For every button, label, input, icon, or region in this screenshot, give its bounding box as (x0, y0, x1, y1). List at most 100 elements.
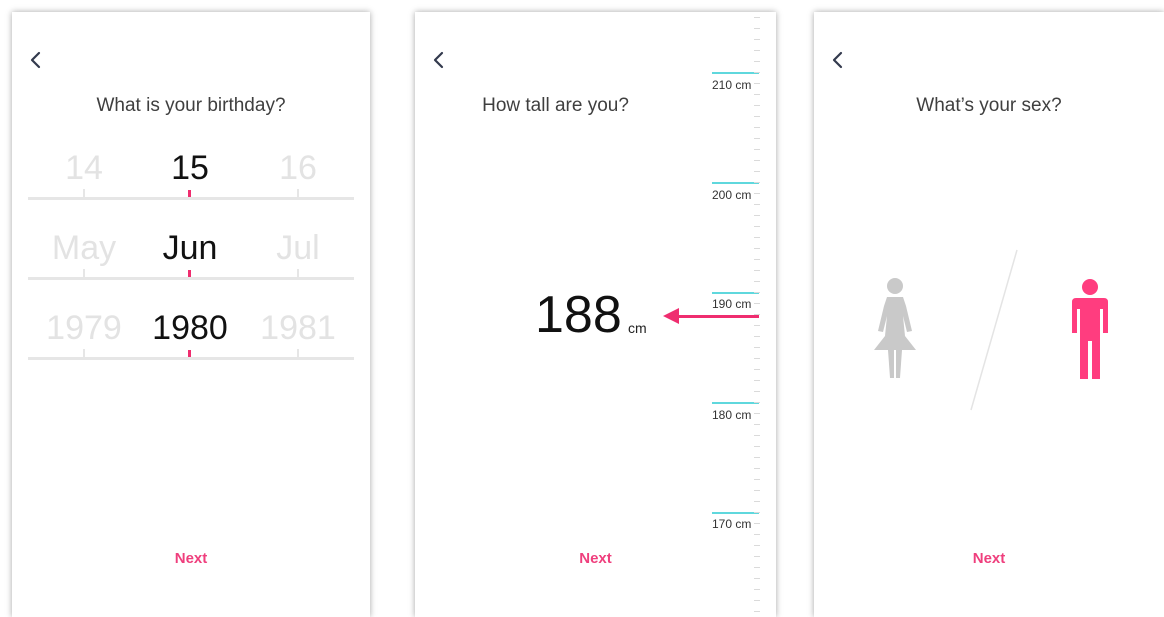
picker-tick (297, 269, 299, 277)
ruler-minor-tick (754, 94, 760, 95)
male-option[interactable] (1070, 279, 1110, 381)
ruler-minor-tick (754, 424, 760, 425)
year-picker[interactable]: 1979 1980 1981 (28, 300, 354, 360)
height-value: 188 (535, 286, 622, 344)
height-screen: How tall are you? 210 cm 200 cm 190 cm 1… (415, 12, 776, 617)
ruler-minor-tick (754, 105, 760, 106)
ruler-minor-tick (754, 369, 760, 370)
female-icon (874, 278, 916, 378)
ruler-minor-tick (754, 270, 760, 271)
picker-tick (297, 189, 299, 197)
ruler-minor-tick (754, 446, 760, 447)
chevron-left-icon (832, 51, 843, 69)
ruler-minor-tick (754, 149, 760, 150)
day-prev[interactable]: 14 (24, 149, 144, 188)
birthday-screen: What is your birthday? 14 15 16 May Jun … (12, 12, 370, 617)
ruler-minor-tick (754, 138, 760, 139)
day-selected: 15 (171, 149, 209, 187)
next-button[interactable]: Next (12, 550, 370, 567)
ruler-minor-tick (754, 567, 760, 568)
ruler-minor-tick (754, 160, 760, 161)
ruler-minor-tick (754, 17, 760, 18)
next-button[interactable]: Next (814, 550, 1164, 567)
ruler-minor-tick (754, 204, 760, 205)
ruler-minor-tick (754, 28, 760, 29)
ruler-major-tick (712, 512, 759, 514)
ruler-minor-tick (754, 215, 760, 216)
ruler-minor-tick (754, 468, 760, 469)
picker-track (28, 197, 354, 200)
month-picker[interactable]: May Jun Jul (28, 220, 354, 280)
year-selected: 1980 (152, 309, 228, 347)
ruler-minor-tick (754, 182, 760, 183)
ruler-minor-tick (754, 523, 760, 524)
ruler-minor-tick (754, 237, 760, 238)
ruler-minor-tick (754, 512, 760, 513)
ruler-label: 200 cm (712, 188, 752, 202)
ruler-minor-tick (754, 534, 760, 535)
ruler-minor-tick (754, 248, 760, 249)
ruler-minor-tick (754, 358, 760, 359)
back-button[interactable] (828, 48, 848, 72)
ruler-minor-tick (754, 127, 760, 128)
day-picker[interactable]: 14 15 16 (28, 140, 354, 200)
ruler-minor-tick (754, 545, 760, 546)
ruler-major-tick (712, 402, 759, 404)
divider-line (970, 249, 1018, 411)
ruler-minor-tick (754, 600, 760, 601)
back-button[interactable] (429, 48, 449, 72)
ruler-minor-tick (754, 193, 760, 194)
ruler-minor-tick (754, 402, 760, 403)
ruler-minor-tick (754, 611, 760, 612)
female-option[interactable] (872, 278, 918, 380)
male-icon (1072, 279, 1108, 379)
month-selected: Jun (162, 229, 218, 267)
page-title: What is your birthday? (96, 95, 286, 116)
ruler-minor-tick (754, 501, 760, 502)
back-button[interactable] (26, 48, 46, 72)
picker-tick (83, 189, 85, 197)
ruler-minor-tick (754, 578, 760, 579)
ruler-minor-tick (754, 347, 760, 348)
height-unit: cm (628, 320, 647, 336)
selection-marker (188, 350, 191, 357)
picker-track (28, 357, 354, 360)
next-button[interactable]: Next (415, 550, 776, 567)
year-prev[interactable]: 1979 (24, 309, 144, 348)
ruler-minor-tick (754, 380, 760, 381)
ruler-minor-tick (754, 457, 760, 458)
ruler-label: 210 cm (712, 78, 752, 92)
page-title: How tall are you? (482, 95, 629, 116)
ruler-minor-tick (754, 116, 760, 117)
ruler-minor-tick (754, 171, 760, 172)
picker-tick (297, 349, 299, 357)
chevron-left-icon (30, 51, 41, 69)
sex-screen: What’s your sex? Next (814, 12, 1164, 617)
chevron-left-icon (433, 51, 444, 69)
picker-tick (83, 269, 85, 277)
ruler-minor-tick (754, 281, 760, 282)
height-pointer-line (677, 315, 759, 318)
ruler-label: 170 cm (712, 517, 752, 531)
ruler-minor-tick (754, 391, 760, 392)
ruler-minor-tick (754, 83, 760, 84)
year-next[interactable]: 1981 (238, 309, 358, 348)
ruler-minor-tick (754, 479, 760, 480)
day-next[interactable]: 16 (238, 149, 358, 188)
ruler-minor-tick (754, 435, 760, 436)
arrow-left-icon (663, 308, 679, 324)
ruler-minor-tick (754, 413, 760, 414)
ruler-major-tick (712, 292, 759, 294)
ruler-minor-tick (754, 589, 760, 590)
month-prev[interactable]: May (24, 229, 144, 268)
ruler-minor-tick (754, 303, 760, 304)
ruler-minor-tick (754, 50, 760, 51)
month-next[interactable]: Jul (238, 229, 358, 268)
ruler-minor-tick (754, 336, 760, 337)
ruler-minor-tick (754, 490, 760, 491)
selection-marker (188, 190, 191, 197)
page-title: What’s your sex? (916, 95, 1062, 116)
ruler-minor-tick (754, 292, 760, 293)
ruler-minor-tick (754, 325, 760, 326)
ruler-minor-tick (754, 259, 760, 260)
